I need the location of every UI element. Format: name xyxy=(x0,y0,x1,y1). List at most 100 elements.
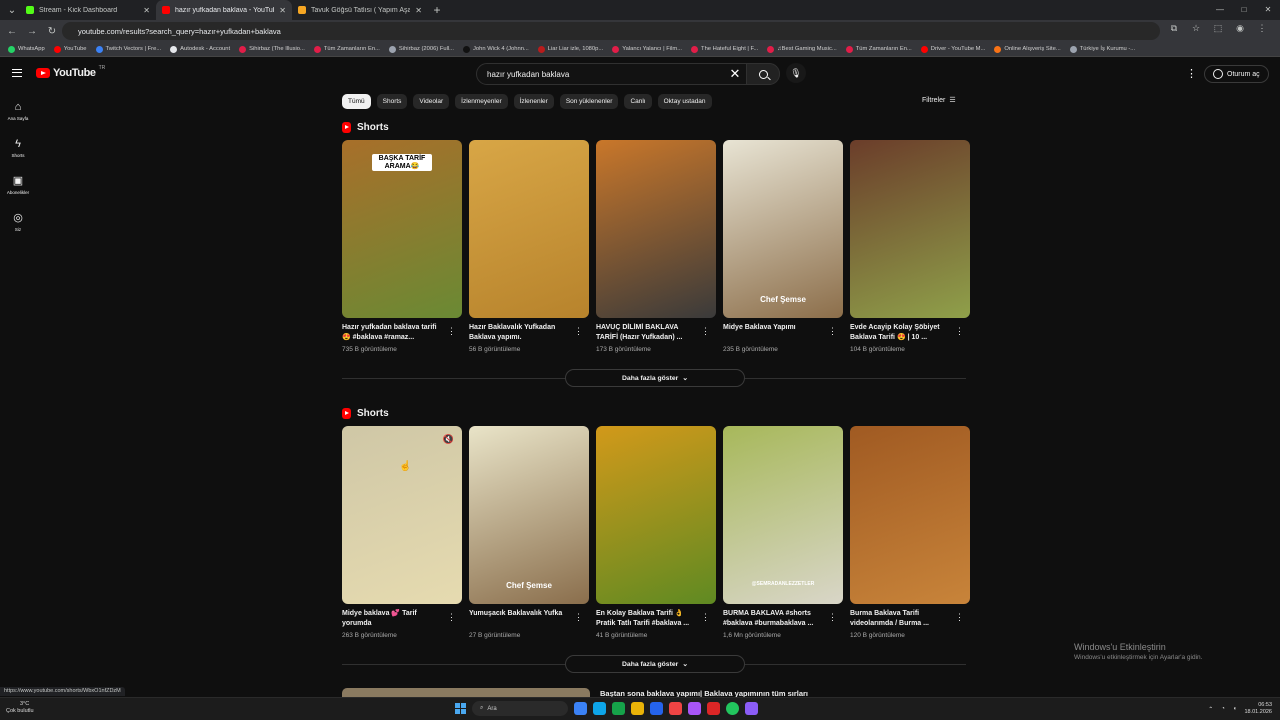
more-actions-icon[interactable]: ⋮ xyxy=(828,326,837,337)
close-tab-icon[interactable]: ✕ xyxy=(415,6,422,15)
bookmark-item[interactable]: YouTube xyxy=(53,45,87,53)
wifi-icon[interactable]: ◔ xyxy=(1221,706,1225,712)
close-tab-icon[interactable]: ✕ xyxy=(143,6,150,15)
nav-item-shorts[interactable]: ϟ Shorts xyxy=(0,129,36,166)
show-more-button[interactable]: Daha fazla göster ⌄ xyxy=(565,369,745,387)
show-more-button[interactable]: Daha fazla göster ⌄ xyxy=(565,655,745,673)
browser-tab[interactable]: Stream - Kick Dashboard ✕ xyxy=(20,0,156,20)
short-thumbnail[interactable] xyxy=(596,426,716,604)
short-title[interactable]: Midye baklava 💕 Tarif yorumda xyxy=(342,609,442,629)
install-icon[interactable]: ⧉ xyxy=(1168,23,1180,37)
short-title[interactable]: Yumuşacık Baklavalık Yufka xyxy=(469,609,569,629)
bookmark-item[interactable]: Yalancı Yalancı | Film... xyxy=(612,45,682,53)
short-title[interactable]: Hazır Baklavalık Yufkadan Baklava yapımı… xyxy=(469,323,569,343)
maximize-icon[interactable]: □ xyxy=(1232,0,1256,20)
tray-chevron-icon[interactable]: ⌃ xyxy=(1208,706,1213,713)
bookmark-item[interactable]: ♫Best Gaming Music... xyxy=(767,45,837,53)
more-actions-icon[interactable]: ⋮ xyxy=(701,326,710,337)
short-thumbnail[interactable]: 🔇 xyxy=(342,426,462,604)
short-thumbnail[interactable]: @SEMRADANLEZZETLER xyxy=(723,426,843,604)
close-window-icon[interactable]: ✕ xyxy=(1256,0,1280,20)
browser-tab[interactable]: Tavuk Göğsü Tatlısı ( Yapım Aşa... ✕ xyxy=(292,0,428,20)
short-thumbnail[interactable]: Chef Şemse xyxy=(469,426,589,604)
clock[interactable]: 06:53 18.01.2026 xyxy=(1244,702,1272,716)
store-icon[interactable] xyxy=(612,702,625,715)
nav-item-subscriptions[interactable]: ▣ Abonelikler xyxy=(0,166,36,203)
filter-chip[interactable]: İzlenenler xyxy=(513,94,554,109)
address-bar[interactable]: youtube.com/results?search_query=hazır+y… xyxy=(62,22,1160,40)
search-input[interactable]: hazır yufkadan baklava xyxy=(487,70,725,79)
short-thumbnail[interactable]: Chef Şemse xyxy=(723,140,843,318)
more-actions-icon[interactable]: ⋮ xyxy=(828,612,837,623)
back-icon[interactable]: ← xyxy=(4,26,20,37)
youtube-logo[interactable]: YouTube TR xyxy=(36,65,105,79)
more-actions-icon[interactable]: ⋮ xyxy=(447,612,456,623)
short-title[interactable]: Hazır yufkadan baklava tarifi😍 #baklava … xyxy=(342,323,442,343)
bookmark-item[interactable]: Sihirbaz (2006) Full... xyxy=(388,45,454,53)
bookmark-item[interactable]: Autodesk - Account xyxy=(170,45,230,53)
bookmark-item[interactable]: Tüm Zamanların En... xyxy=(845,45,912,53)
app-icon[interactable] xyxy=(745,702,758,715)
short-thumbnail[interactable] xyxy=(850,140,970,318)
weather-widget[interactable]: 3°C Çok bulutlu xyxy=(6,701,34,715)
more-actions-icon[interactable]: ⋮ xyxy=(955,612,964,623)
chrome-icon[interactable] xyxy=(669,702,682,715)
filter-chip[interactable]: Son yüklenenler xyxy=(559,94,619,109)
filter-chip[interactable]: Oktay ustadan xyxy=(657,94,712,109)
filter-chip[interactable]: Tümü xyxy=(342,94,371,109)
nav-item-home[interactable]: ⌂ Ana Sayfa xyxy=(0,92,36,129)
short-title[interactable]: Midye Baklava Yapımı xyxy=(723,323,823,343)
nav-item-you[interactable]: ◎ Siz xyxy=(0,203,36,240)
settings-kebab-icon[interactable]: ⋮ xyxy=(1186,67,1197,80)
profile-icon[interactable]: ◉ xyxy=(1234,23,1246,37)
search-button[interactable] xyxy=(746,63,780,85)
short-card[interactable]: @SEMRADANLEZZETLER BURMA BAKLAVA #shorts … xyxy=(723,426,843,639)
more-actions-icon[interactable]: ⋮ xyxy=(701,612,710,623)
short-card[interactable]: BAŞKA TARİF ARAMA😂 Hazır yufkadan baklava… xyxy=(342,140,462,353)
short-card[interactable]: Hazır Baklavalık Yufkadan Baklava yapımı… xyxy=(469,140,589,353)
taskbar-search[interactable]: ⌕ Ara xyxy=(472,701,568,716)
short-card[interactable]: HAVUÇ DİLİMİ BAKLAVA TARİFİ (Hazır Yufka… xyxy=(596,140,716,353)
reload-icon[interactable]: ↻ xyxy=(44,26,60,37)
mail-icon[interactable] xyxy=(650,702,663,715)
more-actions-icon[interactable]: ⋮ xyxy=(574,326,583,337)
close-tab-icon[interactable]: ✕ xyxy=(279,6,286,15)
filter-chip[interactable]: Videolar xyxy=(413,94,450,109)
task-view-icon[interactable] xyxy=(574,702,587,715)
minimize-icon[interactable]: — xyxy=(1208,0,1232,20)
bookmark-item[interactable]: The Hateful Eight | F... xyxy=(691,45,758,53)
bookmark-item[interactable]: Türkiye İş Kurumu -... xyxy=(1069,45,1135,53)
bookmark-item[interactable]: Online Alışveriş Site... xyxy=(994,45,1061,53)
bookmark-item[interactable]: Twitch Vectors | Fre... xyxy=(95,45,161,53)
short-title[interactable]: Evde Acayip Kolay Şöbiyet Baklava Tarifi… xyxy=(850,323,950,343)
volume-icon[interactable]: ◖ xyxy=(1233,706,1237,712)
short-title[interactable]: BURMA BAKLAVA #shorts #baklava #burmabak… xyxy=(723,609,823,629)
bookmark-item[interactable]: Sihirbaz (The Illusio... xyxy=(239,45,305,53)
short-thumbnail[interactable] xyxy=(469,140,589,318)
short-title[interactable]: HAVUÇ DİLİMİ BAKLAVA TARİFİ (Hazır Yufka… xyxy=(596,323,696,343)
more-actions-icon[interactable]: ⋮ xyxy=(955,326,964,337)
start-icon[interactable] xyxy=(455,703,466,714)
tab-search-icon[interactable]: ⌄ xyxy=(4,5,20,16)
new-tab-button[interactable]: + xyxy=(428,3,446,17)
short-thumbnail[interactable] xyxy=(596,140,716,318)
edge-icon[interactable] xyxy=(593,702,606,715)
short-title[interactable]: En Kolay Baklava Tarifi 👌 Pratik Tatlı T… xyxy=(596,609,696,629)
file-explorer-icon[interactable] xyxy=(631,702,644,715)
more-actions-icon[interactable]: ⋮ xyxy=(574,612,583,623)
voice-search-icon[interactable]: 🎙 xyxy=(786,63,806,83)
more-actions-icon[interactable]: ⋮ xyxy=(447,326,456,337)
app-icon[interactable] xyxy=(707,702,720,715)
bookmark-item[interactable]: Driver - YouTube M... xyxy=(920,45,985,53)
short-title[interactable]: Burma Baklava Tarifi videolarımda / Burm… xyxy=(850,609,950,629)
short-card[interactable]: 🔇 Midye baklava 💕 Tarif yorumda 263 B görü… xyxy=(342,426,462,639)
spotify-icon[interactable] xyxy=(726,702,739,715)
bookmark-item[interactable]: WhatsApp xyxy=(8,45,45,53)
short-thumbnail[interactable] xyxy=(850,426,970,604)
filter-chip[interactable]: İzlenmeyenler xyxy=(455,94,508,109)
short-card[interactable]: Burma Baklava Tarifi videolarımda / Burm… xyxy=(850,426,970,639)
hamburger-menu-icon[interactable] xyxy=(12,69,22,77)
clear-search-icon[interactable]: ✕ xyxy=(725,66,745,82)
short-card[interactable]: Chef Şemse Yumuşacık Baklavalık Yufka 27 B… xyxy=(469,426,589,639)
search-box[interactable]: hazır yufkadan baklava ✕ xyxy=(476,63,780,85)
